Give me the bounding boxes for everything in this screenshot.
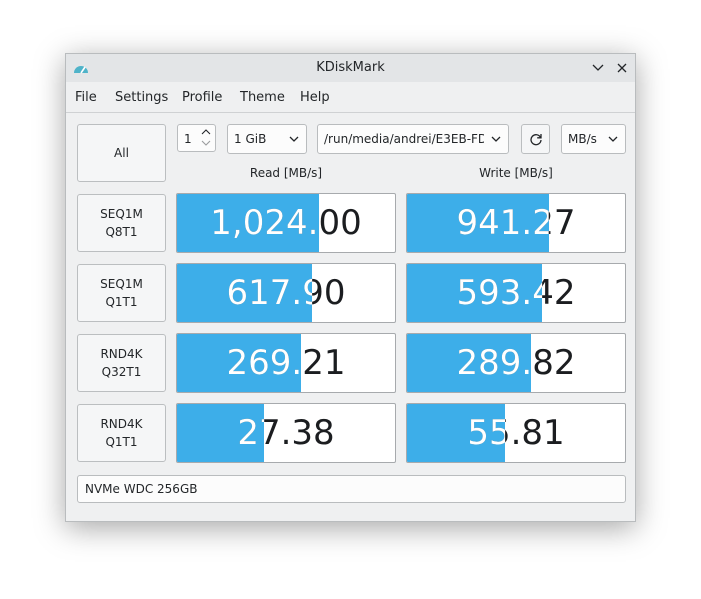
read-result-rnd4k-q1t1: 27.38 27.38: [176, 403, 396, 463]
menu-settings[interactable]: Settings: [115, 90, 168, 105]
write-result-rnd4k-q1t1: 55.81 55.81: [406, 403, 626, 463]
rnd4k-q32t1-button[interactable]: RND4K Q32T1: [77, 334, 166, 392]
read-result-seq1m-q8t1: 1,024.00 1,024.00: [176, 193, 396, 253]
refresh-icon: [529, 134, 542, 146]
read-result-rnd4k-q32t1: 269.21 269.21: [176, 333, 396, 393]
read-header: Read [MB/s]: [249, 166, 323, 180]
test-name-line1: RND4K: [100, 417, 143, 431]
device-info-field[interactable]: NVMe WDC 256GB: [77, 475, 626, 503]
seq1m-q1t1-button[interactable]: SEQ1M Q1T1: [77, 264, 166, 322]
menu-theme[interactable]: Theme: [240, 90, 285, 105]
test-name-line1: SEQ1M: [100, 277, 143, 291]
test-name-line1: RND4K: [100, 347, 143, 361]
write-result-seq1m-q8t1: 941.27 941.27: [406, 193, 626, 253]
spin-up-icon[interactable]: [201, 128, 211, 135]
write-result-rnd4k-q32t1: 289.82 289.82: [406, 333, 626, 393]
rnd4k-q1t1-button[interactable]: RND4K Q1T1: [77, 404, 166, 462]
refresh-button[interactable]: [521, 124, 550, 154]
read-result-seq1m-q1t1: 617.90 617.90: [176, 263, 396, 323]
chevron-down-icon: [491, 136, 501, 142]
test-name-line2: Q32T1: [101, 365, 142, 379]
menu-help[interactable]: Help: [300, 90, 330, 105]
chevron-down-icon: [592, 64, 604, 71]
target-path-value: /run/media/andrei/E3EB-FD6: [324, 132, 484, 146]
chevron-down-icon: [289, 136, 299, 142]
chevron-down-icon: [608, 136, 618, 142]
loops-value: 1: [184, 132, 192, 146]
test-name-line2: Q1T1: [105, 435, 138, 449]
loops-spinbox[interactable]: 1: [177, 124, 216, 152]
size-value: 1 GiB: [234, 132, 267, 146]
test-name-line2: Q8T1: [105, 225, 138, 239]
menu-bar: File Settings Profile Theme Help: [66, 82, 635, 113]
close-icon: [617, 63, 627, 73]
minimize-button[interactable]: [589, 59, 607, 77]
run-all-button[interactable]: All: [77, 124, 166, 182]
menu-file[interactable]: File: [75, 90, 97, 105]
test-name-line2: Q1T1: [105, 295, 138, 309]
close-button[interactable]: [613, 59, 631, 77]
spin-down-icon[interactable]: [201, 140, 211, 147]
window-title: KDiskMark: [316, 60, 385, 75]
title-bar: KDiskMark: [66, 54, 635, 82]
unit-select[interactable]: MB/s: [561, 124, 626, 154]
size-select[interactable]: 1 GiB: [227, 124, 307, 154]
test-name-line1: SEQ1M: [100, 207, 143, 221]
seq1m-q8t1-button[interactable]: SEQ1M Q8T1: [77, 194, 166, 252]
write-result-seq1m-q1t1: 593.42 593.42: [406, 263, 626, 323]
unit-value: MB/s: [568, 132, 597, 146]
write-header: Write [MB/s]: [479, 166, 553, 180]
kdiskmark-window: KDiskMark File Settings Profile Theme He…: [65, 53, 636, 522]
target-path-select[interactable]: /run/media/andrei/E3EB-FD6: [317, 124, 509, 154]
menu-profile[interactable]: Profile: [182, 90, 222, 105]
